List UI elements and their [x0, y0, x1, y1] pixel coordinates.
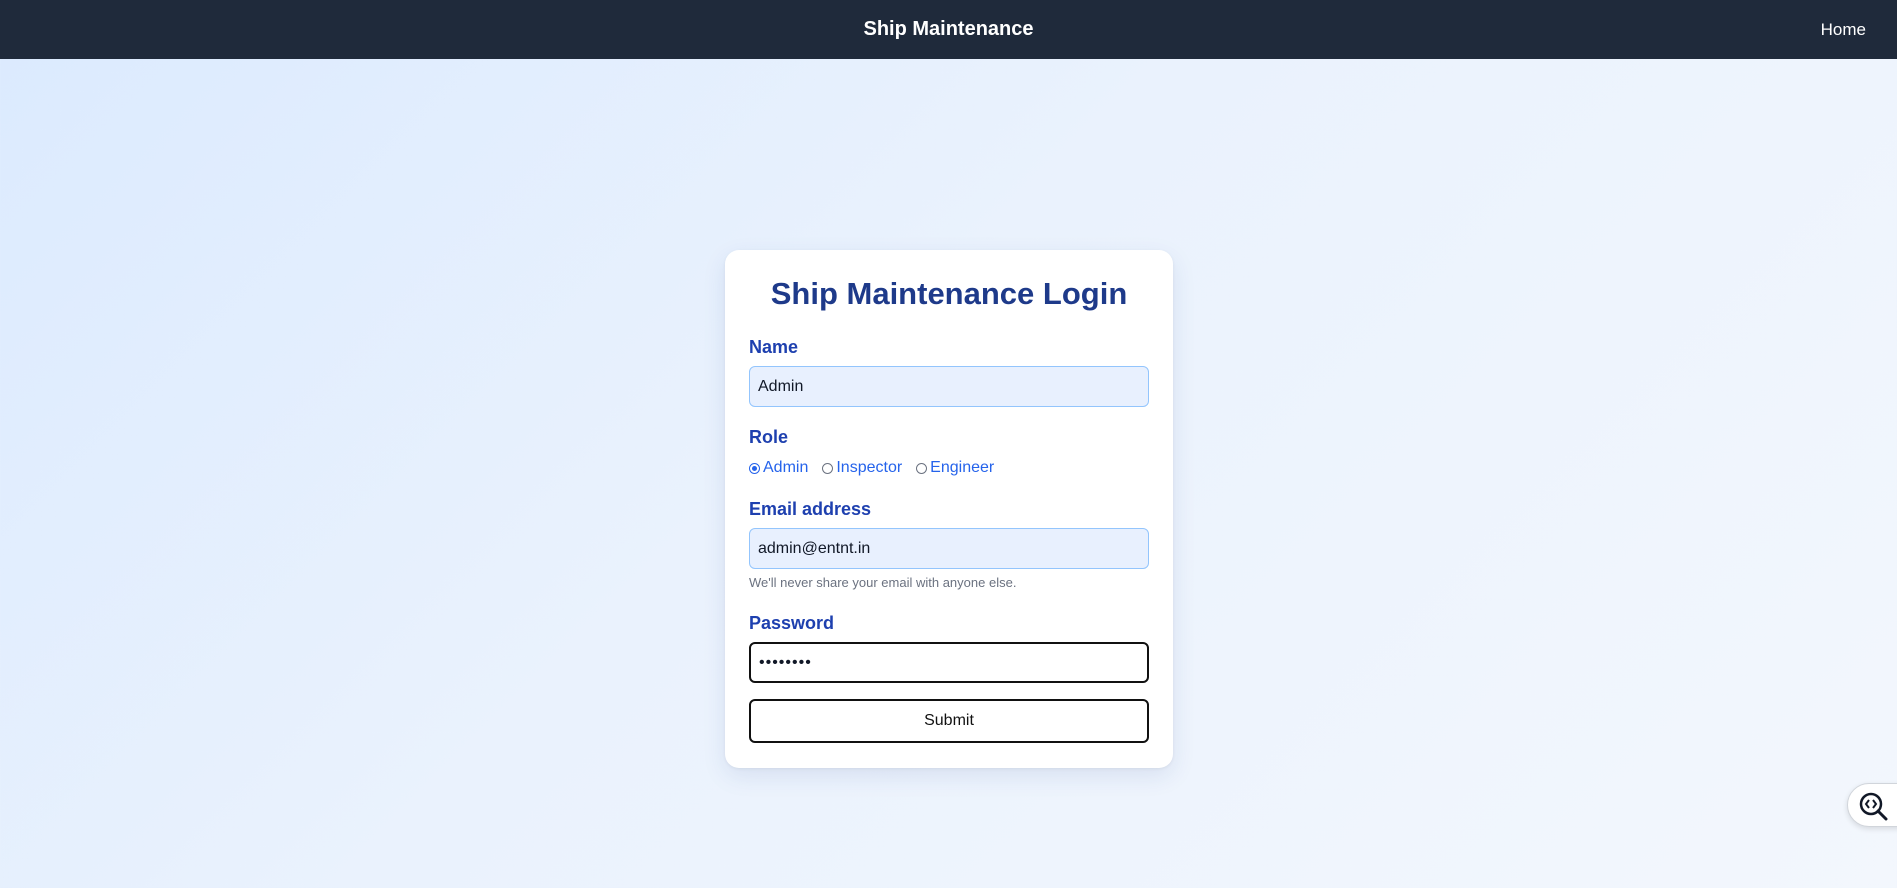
- role-option-label: Engineer: [930, 459, 995, 476]
- role-option-label: Inspector: [836, 459, 903, 476]
- role-option-engineer[interactable]: Engineer: [916, 459, 994, 477]
- navbar-brand: Ship Maintenance: [863, 18, 1034, 40]
- role-label: Role: [749, 427, 789, 447]
- submit-button[interactable]: Submit: [749, 699, 1149, 743]
- name-label: Name: [749, 337, 799, 357]
- password-label: Password: [749, 613, 835, 633]
- page-title: Ship Maintenance Login: [770, 276, 1128, 311]
- devtools-launcher[interactable]: [1847, 783, 1897, 827]
- password-field[interactable]: [749, 642, 1149, 683]
- home-link[interactable]: Home: [1821, 0, 1866, 59]
- email-field[interactable]: [749, 528, 1149, 569]
- name-input[interactable]: [749, 366, 1149, 407]
- email-label: Email address: [749, 499, 872, 519]
- role-option-inspector[interactable]: Inspector: [822, 459, 902, 477]
- radio-inspector[interactable]: [822, 462, 834, 474]
- email-help-text: We'll never share your email with anyone…: [749, 575, 1017, 590]
- role-radio-group: Admin Inspector Engineer: [749, 458, 1008, 478]
- code-inspect-icon: [1859, 792, 1888, 821]
- radio-engineer[interactable]: [916, 462, 928, 474]
- radio-admin[interactable]: [749, 462, 760, 474]
- role-option-admin[interactable]: Admin: [749, 459, 808, 477]
- role-option-label: Admin: [763, 459, 809, 476]
- top-navbar: Ship Maintenance Home: [0, 0, 1897, 59]
